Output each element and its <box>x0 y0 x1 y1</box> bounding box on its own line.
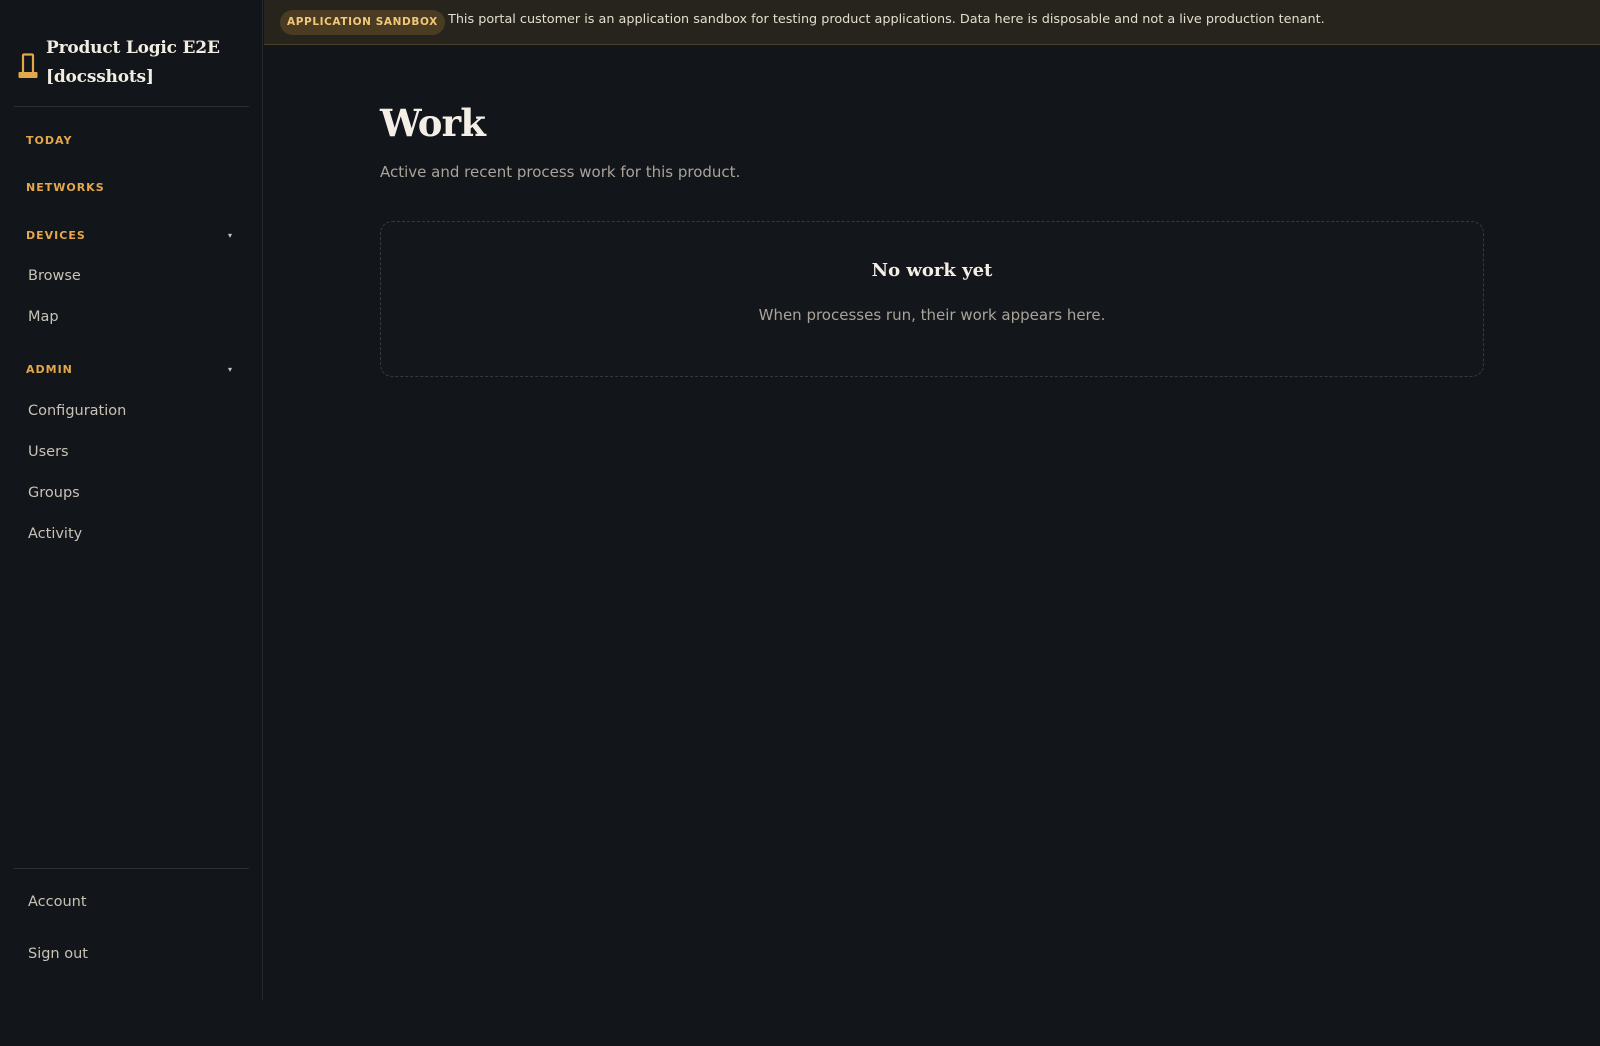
sidebar-item-configuration[interactable]: Configuration <box>28 399 238 423</box>
device-icon <box>18 53 38 80</box>
sidebar-item-account[interactable]: Account <box>28 890 238 914</box>
sidebar-divider <box>14 868 249 869</box>
sidebar-item-groups[interactable]: Groups <box>28 481 238 505</box>
sidebar-item-browse[interactable]: Browse <box>28 264 238 288</box>
page-subtitle: Active and recent process work for this … <box>380 163 741 181</box>
sidebar-section-today[interactable]: TODAY <box>26 131 236 151</box>
sidebar-section-networks[interactable]: NETWORKS <box>26 178 236 198</box>
empty-state-text: When processes run, their work appears h… <box>758 306 1106 324</box>
chevron-down-icon: ▾ <box>227 231 233 240</box>
sidebar-item-sign-out[interactable]: Sign out <box>28 942 238 966</box>
empty-state-title: No work yet <box>871 260 993 281</box>
sidebar-section-admin[interactable]: ADMIN ▾ <box>26 360 236 380</box>
empty-state-card: No work yet When processes run, their wo… <box>380 221 1484 377</box>
sidebar-item-activity[interactable]: Activity <box>28 522 238 546</box>
sidebar-item-map[interactable]: Map <box>28 305 238 329</box>
chevron-down-icon: ▾ <box>227 365 233 374</box>
sandbox-message: This portal customer is an application s… <box>448 12 1325 27</box>
sidebar-section-admin-label: ADMIN <box>26 363 73 376</box>
brand[interactable]: Product Logic E2E [docsshots] <box>14 0 249 107</box>
app-root: Product Logic E2E [docsshots] TODAY NETW… <box>0 0 1600 1046</box>
sidebar-section-devices[interactable]: DEVICES ▾ <box>26 226 236 246</box>
sidebar-section-today-label: TODAY <box>26 134 73 147</box>
page-title: Work <box>380 101 486 145</box>
sidebar-item-users[interactable]: Users <box>28 440 238 464</box>
sidebar-section-devices-label: DEVICES <box>26 229 86 242</box>
sandbox-badge: APPLICATION SANDBOX <box>280 10 445 35</box>
brand-title: Product Logic E2E [docsshots] <box>46 38 220 87</box>
sandbox-banner: APPLICATION SANDBOX This portal customer… <box>264 0 1600 45</box>
sidebar-section-networks-label: NETWORKS <box>26 181 105 194</box>
sidebar: Product Logic E2E [docsshots] TODAY NETW… <box>0 0 263 1000</box>
